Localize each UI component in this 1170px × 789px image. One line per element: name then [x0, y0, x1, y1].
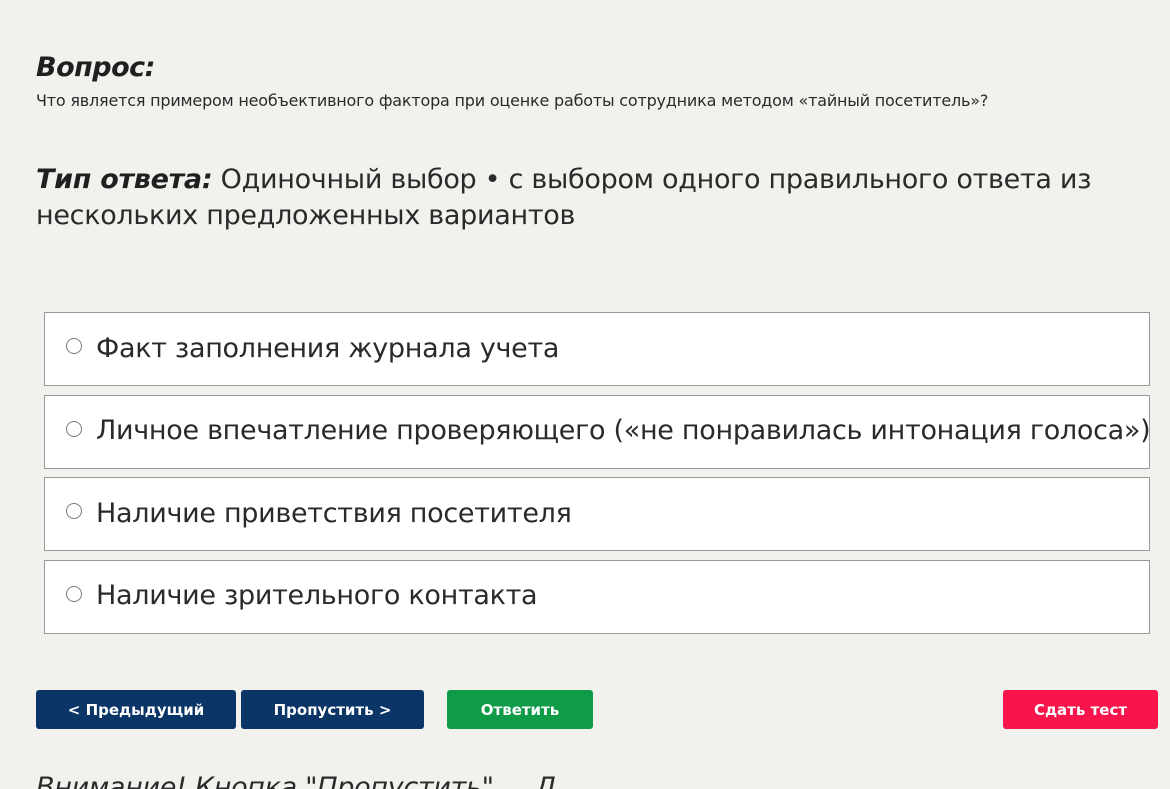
answer-button[interactable]: Ответить: [447, 690, 593, 729]
answer-type: Тип ответа: Одиночный выбор • с выбором …: [36, 162, 1116, 234]
submit-test-button[interactable]: Сдать тест: [1003, 690, 1158, 729]
question-text: Что является примером необъективного фак…: [36, 91, 989, 110]
answer-option-label: Факт заполнения журнала учета: [96, 332, 560, 364]
previous-button[interactable]: < Предыдущий: [36, 690, 236, 729]
radio-button[interactable]: [66, 503, 82, 519]
skip-button[interactable]: Пропустить >: [241, 690, 424, 729]
answer-option-4[interactable]: Наличие зрительного контакта: [44, 559, 1150, 634]
answer-option-label: Наличие приветствия посетителя: [96, 497, 572, 529]
radio-button[interactable]: [66, 338, 82, 354]
answer-option-3[interactable]: Наличие приветствия посетителя: [44, 477, 1150, 551]
test-page: Вопрос: Что является примером необъектив…: [0, 0, 1170, 789]
radio-button[interactable]: [66, 585, 82, 602]
question-label: Вопрос:: [36, 52, 155, 83]
radio-button[interactable]: [66, 420, 82, 437]
answer-option-2[interactable]: Личное впечатление проверяющего («не пон…: [44, 394, 1151, 469]
answer-option-label: Наличие зрительного контакта: [96, 580, 538, 611]
answer-option-1[interactable]: Факт заполнения журнала учета: [44, 312, 1150, 386]
answer-option-label: Личное впечатление проверяющего («не пон…: [96, 415, 1151, 446]
notice-text: Внимание! Кнопка "Пропустить" ... Л: [36, 772, 556, 789]
answer-options: Факт заполнения журнала учета Личное впе…: [44, 312, 1151, 642]
answer-type-label: Тип ответа:: [36, 164, 213, 195]
